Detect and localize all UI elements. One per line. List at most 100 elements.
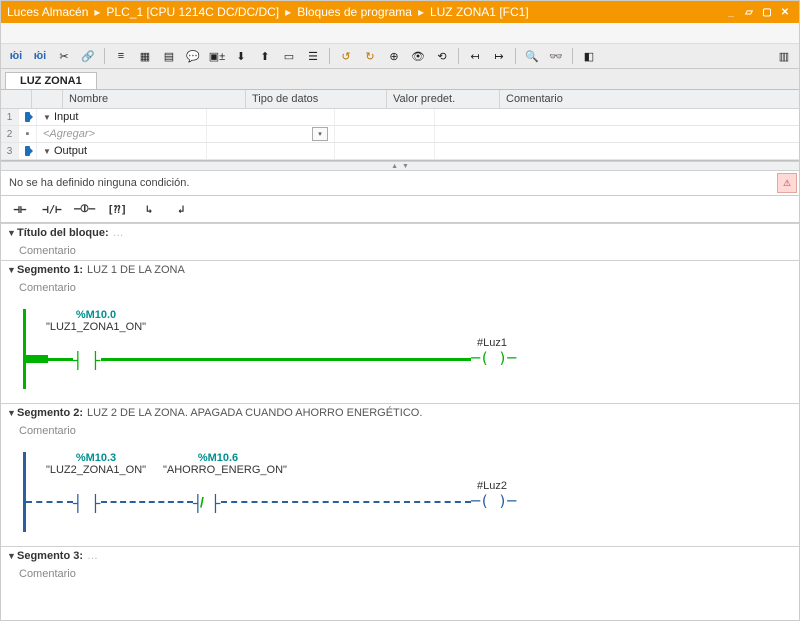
breadcrumb-item[interactable]: Luces Almacén <box>7 5 88 19</box>
cut-icon[interactable]: ✂ <box>53 46 75 66</box>
wire <box>221 501 471 503</box>
minimize-icon[interactable]: _ <box>723 5 739 19</box>
branch-open-icon[interactable]: ↳ <box>136 199 162 219</box>
indent-left-icon[interactable]: ↤ <box>464 46 486 66</box>
segment-prefix: Segmento 2: <box>17 407 83 419</box>
network[interactable]: %M10.0 "LUZ1_ZONA1_ON" ┤├ ─( )─ #Luz1 <box>1 297 799 403</box>
segment-prefix: Segmento 3: <box>17 550 83 562</box>
grid-icon[interactable]: ▤ <box>158 46 180 66</box>
table-icon[interactable]: ▦ <box>134 46 156 66</box>
float-icon[interactable]: ▱ <box>741 5 757 19</box>
wire <box>101 358 471 361</box>
expand-icon[interactable]: ▼ <box>43 147 51 156</box>
maximize-icon[interactable]: ▢ <box>759 5 775 19</box>
output-label: #Luz1 <box>477 337 507 349</box>
col-type: Tipo de datos <box>246 90 387 108</box>
segment-title: LUZ 2 DE LA ZONA. APAGADA CUANDO AHORRO … <box>87 407 422 419</box>
segment-header[interactable]: ▼ Segmento 2: LUZ 2 DE LA ZONA. APAGADA … <box>1 404 799 422</box>
block-title-header[interactable]: ▼ Título del bloque: … <box>1 224 799 242</box>
col-default: Valor predet. <box>387 90 500 108</box>
tag-label: %M10.3 "LUZ2_ZONA1_ON" <box>41 452 151 476</box>
coil[interactable]: ─( )─ <box>471 349 516 367</box>
ladder-toolbar: ⊣⊢ ⊣/⊢ –⦶– [⁇] ↳ ↲ <box>1 196 799 223</box>
row-index: 3 <box>1 143 19 159</box>
bullet-icon: ▪ <box>19 126 37 142</box>
row-index: 2 <box>1 126 19 142</box>
indent-right-icon[interactable]: ↦ <box>488 46 510 66</box>
goto-icon[interactable]: ⊕ <box>383 46 405 66</box>
breadcrumb-item[interactable]: PLC_1 [CPU 1214C DC/DC/DC] <box>106 5 279 19</box>
rail-connector <box>26 355 48 363</box>
tab-block[interactable]: LUZ ZONA1 <box>5 72 97 89</box>
wire <box>48 358 73 361</box>
expand-icon[interactable]: ▼ <box>43 113 51 122</box>
menu-spacer <box>1 23 799 44</box>
box-icon[interactable]: [⁇] <box>104 199 130 219</box>
insert-icon[interactable]: ▣± <box>206 46 228 66</box>
segment-comment[interactable]: Comentario <box>1 422 799 440</box>
upload-icon[interactable]: ⬆ <box>254 46 276 66</box>
panel-icon[interactable]: ▥ <box>773 46 795 66</box>
glasses-icon[interactable]: 👓 <box>545 46 567 66</box>
sync-icon[interactable]: ⟲ <box>431 46 453 66</box>
splitter[interactable]: ▲▼ <box>1 161 799 171</box>
relation-icon[interactable]: 🔗 <box>77 46 99 66</box>
watch-icon[interactable]: 👁 <box>407 46 429 66</box>
editor-window: Luces Almacén▸ PLC_1 [CPU 1214C DC/DC/DC… <box>0 0 800 621</box>
download-icon[interactable]: ⬇ <box>230 46 252 66</box>
segment-header[interactable]: ▼ Segmento 3: … <box>1 547 799 565</box>
tag-label: %M10.6 "AHORRO_ENERG_ON" <box>163 452 273 476</box>
output-label: #Luz2 <box>477 480 507 492</box>
power-rail <box>23 309 26 389</box>
breadcrumb-item[interactable]: Bloques de programa <box>297 5 412 19</box>
monitor-icon[interactable]: ↺ <box>335 46 357 66</box>
segment-comment[interactable]: Comentario <box>1 279 799 297</box>
list-icon[interactable]: ≡ <box>110 46 132 66</box>
tab-strip: LUZ ZONA1 <box>1 69 799 90</box>
condition-text: No se ha definido ninguna condición. <box>1 173 775 193</box>
io-icon <box>19 109 37 125</box>
title-bar: Luces Almacén▸ PLC_1 [CPU 1214C DC/DC/DC… <box>1 1 799 23</box>
segment-title: LUZ 1 DE LA ZONA <box>87 264 185 276</box>
network-insert-icon[interactable]: ▭ <box>278 46 300 66</box>
structure-icon[interactable]: ◧ <box>578 46 600 66</box>
row-name: Input <box>54 111 78 123</box>
main-toolbar: ю́і ю́і ✂ 🔗 ≡ ▦ ▤ 💬 ▣± ⬇ ⬆ ▭ ☰ ↺ ↻ ⊕ 👁 ⟲… <box>1 44 799 69</box>
row-name: Output <box>54 145 87 157</box>
next-icon[interactable]: ю́і <box>29 46 51 66</box>
wire <box>26 501 73 503</box>
network-list-icon[interactable]: ☰ <box>302 46 324 66</box>
force-icon[interactable]: ↻ <box>359 46 381 66</box>
segment-header[interactable]: ▼ Segmento 1: LUZ 1 DE LA ZONA <box>1 261 799 279</box>
interface-row[interactable]: 3 ▼ Output <box>1 143 799 160</box>
contact-nc-icon[interactable]: ⊣/⊢ <box>39 199 65 219</box>
interface-header: Nombre Tipo de datos Valor predet. Comen… <box>1 90 799 109</box>
close-icon[interactable]: ✕ <box>777 5 793 19</box>
block-comment[interactable]: Comentario <box>1 242 799 260</box>
segment-prefix: Segmento 1: <box>17 264 83 276</box>
comment-icon[interactable]: 💬 <box>182 46 204 66</box>
breadcrumb-item[interactable]: LUZ ZONA1 [FC1] <box>430 5 529 19</box>
branch-close-icon[interactable]: ↲ <box>168 199 194 219</box>
segment-comment[interactable]: Comentario <box>1 565 799 583</box>
network[interactable]: %M10.3 "LUZ2_ZONA1_ON" %M10.6 "AHORRO_EN… <box>1 440 799 546</box>
condition-warn-icon[interactable]: ⚠ <box>777 173 797 193</box>
row-index: 1 <box>1 109 19 125</box>
add-placeholder[interactable]: <Agregar> <box>43 128 95 140</box>
ladder-editor: No se ha definido ninguna condición. ⚠ ⊣… <box>1 171 799 620</box>
prev-icon[interactable]: ю́і <box>5 46 27 66</box>
interface-grid: Nombre Tipo de datos Valor predet. Comen… <box>1 90 799 161</box>
block-title-label: Título del bloque: <box>17 227 109 239</box>
tag-label: %M10.0 "LUZ1_ZONA1_ON" <box>41 309 151 333</box>
power-rail <box>23 452 26 532</box>
type-dropdown-icon[interactable]: ▾ <box>312 127 328 141</box>
col-name: Nombre <box>63 90 246 108</box>
interface-row-add[interactable]: 2 ▪ <Agregar> ▾ <box>1 126 799 143</box>
coil-icon[interactable]: –⦶– <box>71 199 98 219</box>
interface-row[interactable]: 1 ▼ Input <box>1 109 799 126</box>
search-icon[interactable]: 🔍 <box>521 46 543 66</box>
contact-no-icon[interactable]: ⊣⊢ <box>7 199 33 219</box>
coil[interactable]: ─( )─ <box>471 492 516 510</box>
col-comment: Comentario <box>500 90 799 108</box>
wire <box>101 501 193 503</box>
